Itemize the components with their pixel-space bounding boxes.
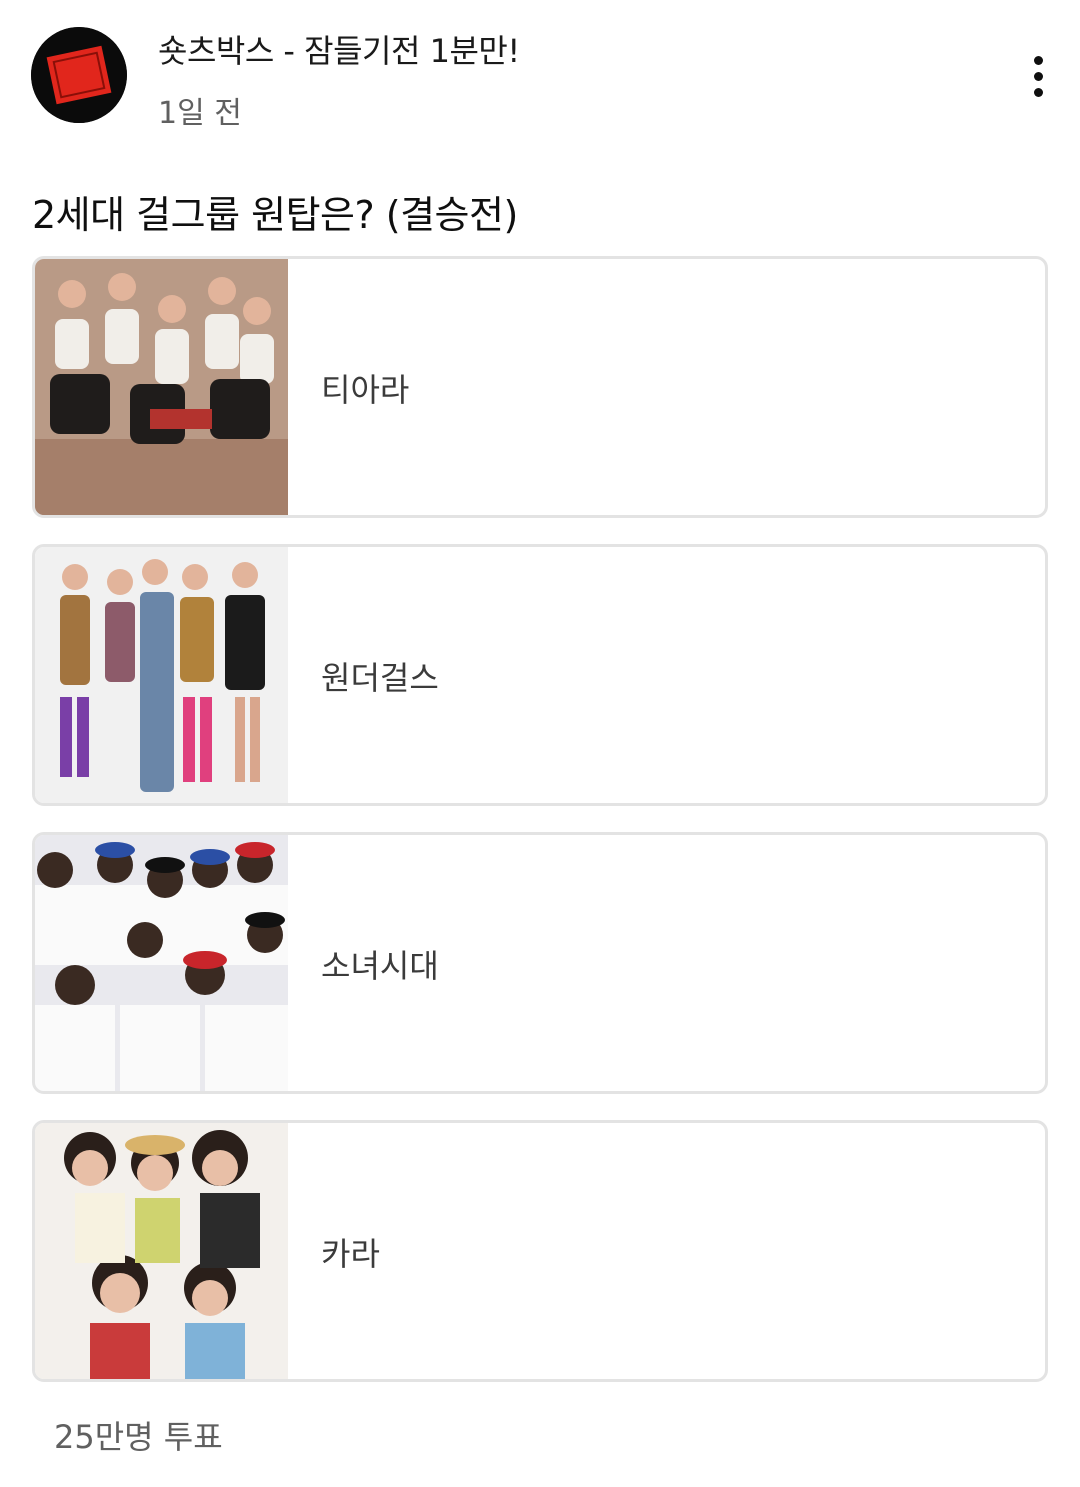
group-photo-image bbox=[35, 835, 288, 1091]
option-label: 원더걸스 bbox=[321, 659, 439, 697]
option-label: 카라 bbox=[321, 1235, 380, 1273]
poll-option-wonder-girls[interactable]: 원더걸스 bbox=[32, 544, 1048, 806]
poll-option-girls-generation[interactable]: 소녀시대 bbox=[32, 832, 1048, 1094]
group-photo-image bbox=[35, 547, 288, 803]
post-header: 숏츠박스 - 잠들기전 1분만! 1일 전 bbox=[0, 0, 1080, 140]
poll-options: 티아라 원더걸스 소녀시대 카라 bbox=[32, 256, 1048, 1408]
poll-option-kara[interactable]: 카라 bbox=[32, 1120, 1048, 1382]
channel-name[interactable]: 숏츠박스 - 잠들기전 1분만! bbox=[158, 26, 520, 72]
group-photo-image bbox=[35, 259, 288, 515]
post-time: 1일 전 bbox=[158, 96, 242, 131]
option-label: 소녀시대 bbox=[321, 947, 439, 985]
group-photo-image bbox=[35, 1123, 288, 1379]
vote-count: 25만명 투표 bbox=[54, 1418, 223, 1456]
poll-question: 2세대 걸그룹 원탑은? (결승전) bbox=[32, 193, 518, 237]
more-options-icon[interactable] bbox=[1018, 48, 1058, 104]
shorts-box-logo-icon bbox=[31, 27, 127, 123]
poll-option-tiara[interactable]: 티아라 bbox=[32, 256, 1048, 518]
option-label: 티아라 bbox=[321, 371, 410, 409]
channel-avatar[interactable] bbox=[31, 27, 127, 123]
